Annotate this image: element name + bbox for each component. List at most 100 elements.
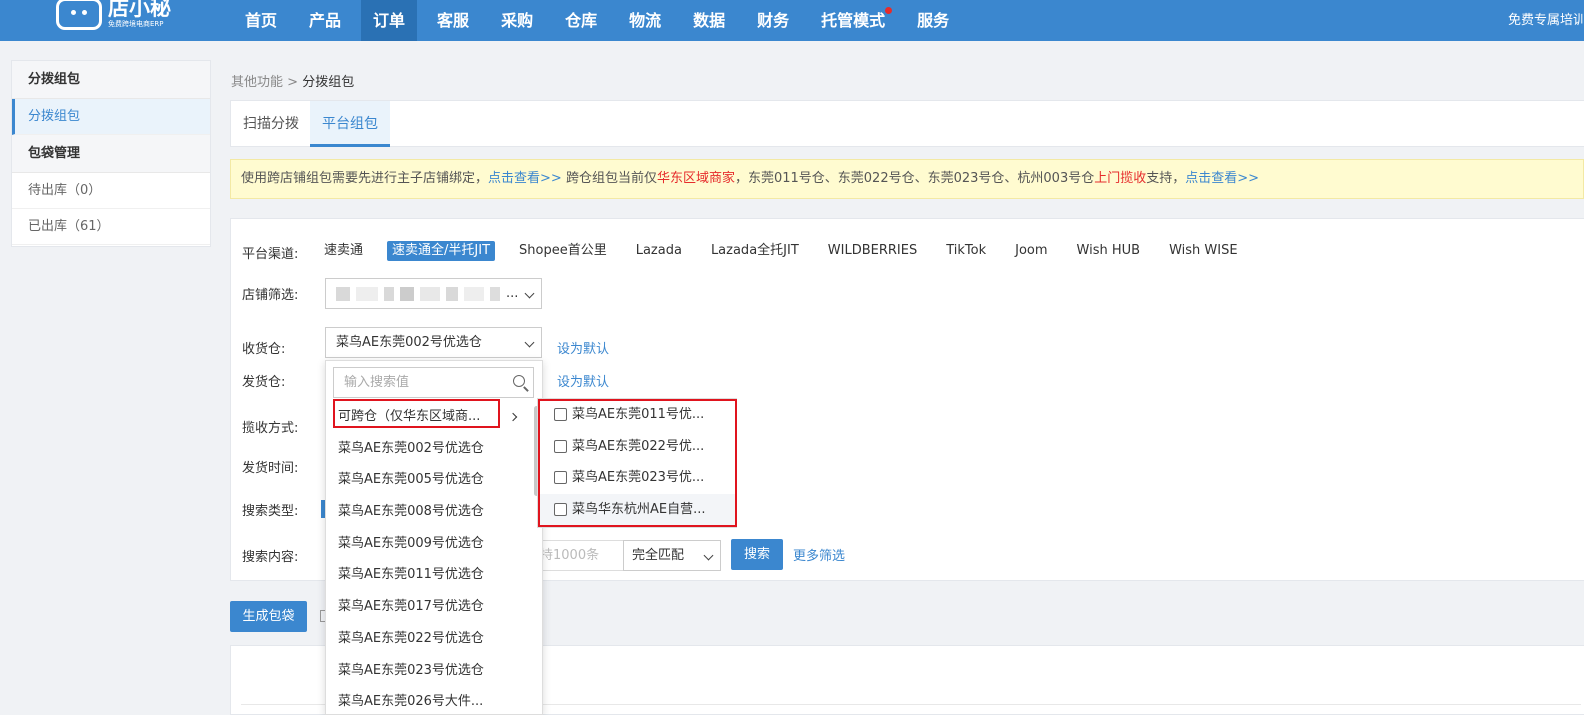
more-filters-link[interactable]: 更多筛选 [793,545,845,564]
checkbox[interactable] [554,439,567,453]
chevron-right-icon [508,412,518,422]
subpanel-option-label: 菜鸟AE东莞011号优... [572,407,705,422]
subpanel-option[interactable]: 菜鸟AE东莞022号优... [538,431,736,463]
chevron-down-icon [703,550,714,561]
dropdown-option[interactable]: 菜鸟AE东莞026号大件... [326,686,536,714]
nav-services[interactable]: 服务 [905,0,961,41]
subpanel-option[interactable]: 菜鸟华东杭州AE自营... [538,493,736,525]
sidebar-item-shipped[interactable]: 已出库（61） [12,209,210,245]
search-content-label: 搜索内容: [242,550,299,565]
nav-warehouse[interactable]: 仓库 [553,0,609,41]
channel-wildberries[interactable]: WILDBERRIES [823,241,922,261]
channel-joom[interactable]: Joom [1010,241,1052,261]
tabs-panel: 扫描分拨 平台组包 [230,100,1584,147]
shop-filter-label: 店铺筛选: [242,288,299,303]
dropdown-option[interactable]: 菜鸟AE东莞017号优选仓 [326,591,536,623]
nav-orders[interactable]: 订单 [361,0,418,41]
set-default-ship-link[interactable]: 设为默认 [557,371,609,390]
dropdown-option[interactable]: 菜鸟AE东莞022号优选仓 [326,623,536,655]
nav-finance[interactable]: 财务 [745,0,801,41]
ship-warehouse-label: 发货仓: [242,375,286,390]
generate-bag-button[interactable]: 生成包袋 [230,601,307,632]
breadcrumb-current: 分拨组包 [302,75,355,90]
ship-time-label: 发货时间: [242,461,299,476]
nav-purchasing[interactable]: 采购 [489,0,545,41]
notice-link[interactable]: 点击查看>> [1185,171,1259,186]
channel-tiktok[interactable]: TikTok [941,241,991,261]
receive-warehouse-value: 菜鸟AE东莞002号优选仓 [336,335,482,350]
logo[interactable]: 店小秘 免费跨境电商ERP [56,0,171,34]
sidebar-item-pending-outbound[interactable]: 待出库（0） [12,173,210,209]
subpanel-option-label: 菜鸟AE东莞022号优... [572,438,705,454]
tab-scan-distribution[interactable]: 扫描分拨 [231,101,311,147]
breadcrumb: 其他功能 > 分拨组包 [231,71,354,90]
nav-managed-mode[interactable]: 托管模式 [809,0,897,41]
channel-wish-hub[interactable]: Wish HUB [1072,241,1146,261]
logo-title: 店小秘 [108,0,171,20]
nav-customer-service[interactable]: 客服 [425,0,481,41]
subpanel-option[interactable]: 菜鸟AE东莞023号优... [538,462,736,494]
shop-select[interactable]: ... [325,278,542,309]
dropdown-option[interactable]: 菜鸟AE东莞011号优选仓 [326,559,536,591]
dropdown-option[interactable]: 菜鸟AE东莞009号优选仓 [326,528,536,560]
checkbox[interactable] [554,408,567,422]
channel-label: 平台渠道: [242,247,299,262]
breadcrumb-parent[interactable]: 其他功能 [231,75,283,90]
notification-dot [885,7,893,14]
nav-data[interactable]: 数据 [681,0,737,41]
dropdown-search-placeholder: 输入搜索值 [344,375,410,390]
notice-text: ，东莞011号仓、东莞022号仓、东莞023号仓、杭州003号仓 [734,171,1095,186]
tab-platform-packing[interactable]: 平台组包 [310,101,390,147]
breadcrumb-separator: > [287,75,299,90]
channel-lazada[interactable]: Lazada [631,241,687,261]
notice-text: 支持， [1146,171,1186,186]
checkbox[interactable] [554,502,567,516]
nav-home[interactable]: 首页 [233,0,289,41]
receive-warehouse-select[interactable]: 菜鸟AE东莞002号优选仓 [325,327,542,358]
dropdown-list: 可跨仓（仅华东区域商... 菜鸟AE东莞002号优选仓 菜鸟AE东莞005号优选… [326,401,536,714]
blurred-shop-names: ... [336,279,541,308]
dropdown-option-label: 可跨仓（仅华东区域商... [338,409,481,424]
set-default-receive-link[interactable]: 设为默认 [557,338,609,357]
logo-subtitle: 免费跨境电商ERP [108,20,164,28]
channel-aliexpress[interactable]: 速卖通 [319,241,368,261]
notice-highlight: 华东区域商家 [656,171,735,186]
search-button[interactable]: 搜索 [731,539,783,570]
shop-select-ellipsis: ... [506,286,519,301]
receive-warehouse-label: 收货仓: [242,342,286,357]
free-training-link[interactable]: 免费专属培训 [1508,0,1584,41]
dropdown-option[interactable]: 菜鸟AE东莞002号优选仓 [326,433,536,465]
notice-highlight: 上门揽收 [1094,171,1147,186]
nav-managed-mode-label: 托管模式 [821,11,886,30]
nav-logistics[interactable]: 物流 [617,0,673,41]
dropdown-option[interactable]: 菜鸟AE东莞005号优选仓 [326,464,536,496]
sidebar-item-distribution-packing[interactable]: 分拨组包 [12,99,210,135]
match-type-value: 完全匹配 [632,548,685,563]
chevron-down-icon [524,337,535,348]
dropdown-option[interactable]: 菜鸟AE东莞008号优选仓 [326,496,536,528]
main-nav: 首页 产品 订单 客服 采购 仓库 物流 数据 财务 托管模式 服务 [233,0,969,41]
match-type-select[interactable]: 完全匹配 [623,540,721,571]
robot-logo-icon [56,0,102,30]
channel-list: 速卖通 速卖通全/半托JIT Shopee首公里 Lazada Lazada全托… [319,241,1262,261]
sidebar-group-title: 包袋管理 [12,135,210,173]
dropdown-option-cross-warehouse[interactable]: 可跨仓（仅华东区域商... [326,401,536,433]
nav-products[interactable]: 产品 [297,0,353,41]
sidebar: 分拨组包 分拨组包 包袋管理 待出库（0） 已出库（61） [11,60,211,247]
notice-text: 使用跨店铺组包需要先进行主子店铺绑定， [241,171,489,186]
warehouse-dropdown: 输入搜索值 可跨仓（仅华东区域商... 菜鸟AE东莞002号优选仓 菜鸟AE东莞… [325,360,543,715]
subpanel-option[interactable]: 菜鸟AE东莞011号优... [538,399,736,431]
subpanel-option-label: 菜鸟华东杭州AE自营... [572,501,706,517]
sidebar-group-title: 分拨组包 [12,61,210,99]
notice-link[interactable]: 点击查看>> [488,171,562,186]
dropdown-search-input[interactable]: 输入搜索值 [333,367,534,398]
search-icon [513,375,525,387]
channel-lazada-jit[interactable]: Lazada全托JIT [706,241,804,261]
checkbox[interactable] [554,471,567,485]
channel-wish-wise[interactable]: Wish WISE [1164,241,1242,261]
channel-aliexpress-jit[interactable]: 速卖通全/半托JIT [387,241,496,261]
dropdown-option[interactable]: 菜鸟AE东莞023号优选仓 [326,655,536,687]
search-keyword-input[interactable]: 持1000条 [532,540,624,571]
channel-shopee[interactable]: Shopee首公里 [514,241,612,261]
pickup-method-label: 揽收方式: [242,421,299,436]
